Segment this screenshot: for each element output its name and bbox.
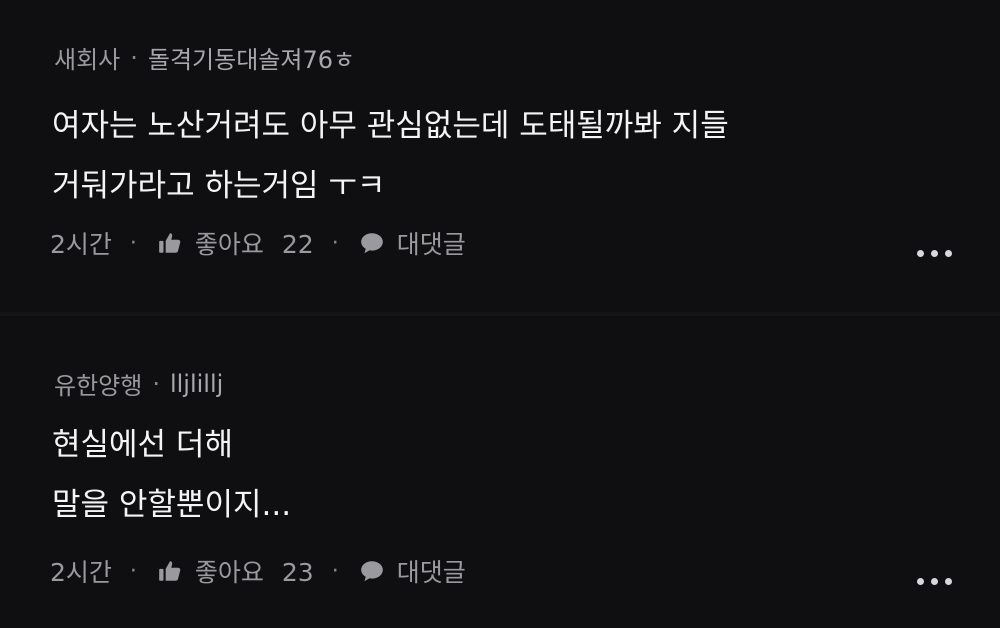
more-dot: [931, 578, 938, 585]
like-button[interactable]: 좋아요 23: [195, 553, 314, 589]
like-count: 22: [281, 230, 314, 259]
comment-body: 현실에선 더해 말을 안할뿐이지...: [52, 415, 291, 535]
speech-bubble-icon[interactable]: [357, 228, 387, 258]
comment-footer: 2시간 · 좋아요 22 · 대댓글: [50, 225, 466, 261]
comment-line: 여자는 노산거려도 아무 관심없는데 도태될까봐 지들: [52, 108, 729, 144]
footer-separator: ·: [129, 558, 137, 584]
comment-footer: 2시간 · 좋아요 23 · 대댓글: [50, 553, 466, 589]
more-dot: [917, 250, 924, 257]
thumbs-up-icon[interactable]: [155, 228, 185, 258]
like-label: 좋아요: [194, 230, 264, 259]
comment-time: 2시간: [50, 230, 112, 259]
footer-separator: ·: [331, 558, 339, 584]
comment-time: 2시간: [50, 558, 112, 587]
more-dot: [945, 578, 952, 585]
footer-separator: ·: [331, 230, 339, 256]
author-tag[interactable]: lljlillj: [170, 370, 223, 398]
more-dot: [945, 250, 952, 257]
comment-author[interactable]: 유한양행: [54, 366, 142, 401]
speech-bubble-icon[interactable]: [357, 556, 387, 586]
more-options-icon[interactable]: [917, 250, 952, 257]
comment-line: 거둬가라고 하는거임 ㅜㅋ: [52, 168, 386, 204]
like-count: 23: [281, 558, 314, 587]
comment-author[interactable]: 새회사: [54, 40, 120, 75]
meta-separator: ·: [130, 43, 138, 72]
comment-item: 새회사 · 돌격기동대솔져76ㅎ 여자는 노산거려도 아무 관심없는데 도태될까…: [0, 0, 1000, 312]
footer-separator: ·: [129, 230, 137, 256]
meta-separator: ·: [152, 369, 160, 398]
comment-meta: 새회사 · 돌격기동대솔져76ㅎ: [54, 40, 355, 75]
comment-line: 말을 안할뿐이지...: [52, 487, 292, 523]
more-options-icon[interactable]: [917, 578, 952, 585]
author-tag[interactable]: 돌격기동대솔져76ㅎ: [148, 40, 355, 75]
comment-body: 여자는 노산거려도 아무 관심없는데 도태될까봐 지들 거둬가라고 하는거임 ㅜ…: [52, 96, 729, 216]
like-button[interactable]: 좋아요 22: [195, 225, 314, 261]
comment-line: 현실에선 더해: [52, 427, 233, 463]
comment-meta: 유한양행 · lljlillj: [54, 366, 223, 401]
like-label: 좋아요: [194, 558, 264, 587]
thumbs-up-icon[interactable]: [155, 556, 185, 586]
more-dot: [931, 250, 938, 257]
reply-button[interactable]: 대댓글: [397, 225, 466, 261]
reply-button[interactable]: 대댓글: [397, 553, 466, 589]
more-dot: [917, 578, 924, 585]
comment-item: 유한양행 · lljlillj 현실에선 더해 말을 안할뿐이지... 2시간 …: [0, 316, 1000, 628]
